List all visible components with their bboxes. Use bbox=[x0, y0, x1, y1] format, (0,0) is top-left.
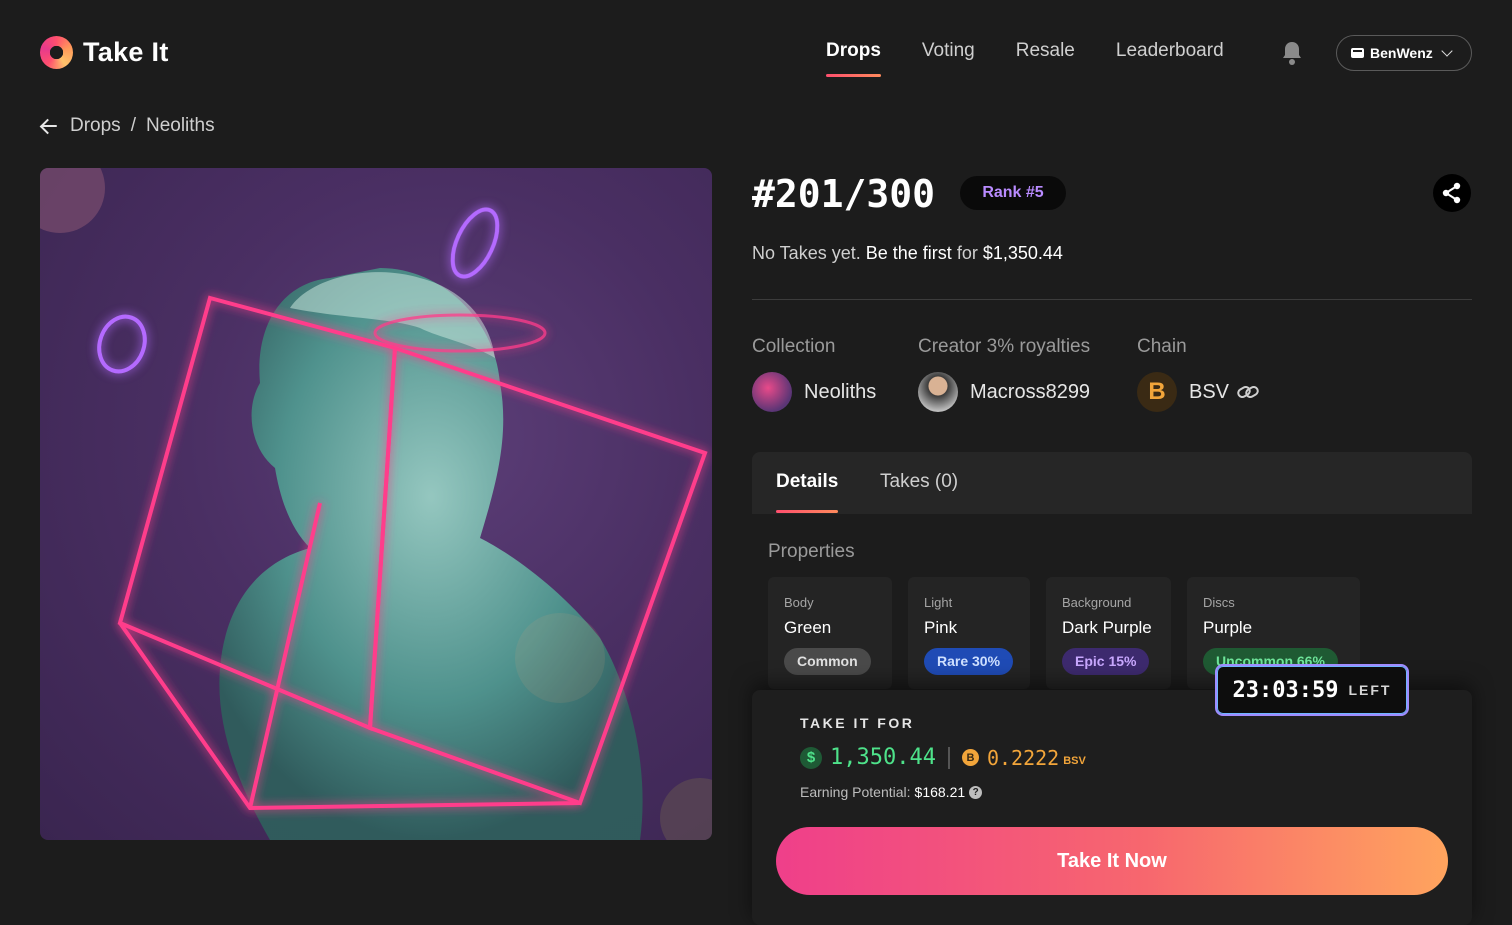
share-button[interactable] bbox=[1433, 174, 1471, 212]
tab-takes[interactable]: Takes (0) bbox=[880, 471, 958, 493]
properties-heading: Properties bbox=[768, 541, 855, 562]
creator-avatar bbox=[918, 372, 958, 412]
property-type: Body bbox=[784, 595, 814, 610]
main-nav: Drops Voting Resale Leaderboard bbox=[826, 40, 1224, 77]
nav-leaderboard[interactable]: Leaderboard bbox=[1116, 40, 1224, 62]
property-value: Dark Purple bbox=[1062, 618, 1152, 637]
help-icon[interactable]: ? bbox=[969, 785, 983, 799]
collection-avatar bbox=[752, 372, 792, 412]
wallet-icon bbox=[1351, 48, 1364, 58]
bsv-unit: BSV bbox=[1063, 754, 1086, 767]
price-row: $ 1,350.44 B 0.2222 BSV bbox=[800, 745, 1086, 770]
collection-link[interactable]: Neoliths bbox=[752, 372, 876, 412]
no-takes-for: for bbox=[956, 243, 978, 263]
property-card-background: Background Dark Purple Epic 15% bbox=[1046, 577, 1171, 689]
detail-tabs: Details Takes (0) bbox=[752, 452, 1472, 514]
rank-badge: Rank #5 bbox=[960, 176, 1066, 210]
price-usd: 1,350.44 bbox=[830, 745, 936, 770]
user-menu-button[interactable]: BenWenz bbox=[1336, 35, 1472, 71]
item-title: #201/300 bbox=[752, 172, 936, 216]
creator-label: Creator 3% royalties bbox=[918, 336, 1091, 357]
timer-suffix: LEFT bbox=[1348, 682, 1392, 698]
property-value: Pink bbox=[924, 618, 958, 637]
dollar-icon: $ bbox=[800, 746, 822, 769]
price-separator bbox=[947, 746, 950, 769]
creator-link[interactable]: Macross8299 bbox=[918, 372, 1090, 412]
creator-name: Macross8299 bbox=[970, 380, 1091, 403]
take-it-for-label: TAKE IT FOR bbox=[800, 715, 915, 731]
collection-name: Neoliths bbox=[804, 380, 877, 403]
breadcrumb-current: Neoliths bbox=[145, 115, 215, 136]
property-type: Background bbox=[1062, 595, 1132, 610]
top-header: Take It Drops Voting Resale Leaderboard … bbox=[0, 0, 1512, 100]
bitcoin-icon: B bbox=[961, 749, 979, 766]
tab-details[interactable]: Details bbox=[776, 471, 839, 513]
chain-link[interactable]: B BSV bbox=[1137, 372, 1259, 412]
back-arrow-icon[interactable] bbox=[40, 117, 58, 135]
earning-value: $168.21 bbox=[914, 784, 966, 800]
be-first-text: Be the first bbox=[865, 243, 952, 263]
user-name: BenWenz bbox=[1370, 45, 1433, 61]
collection-label: Collection bbox=[752, 336, 836, 357]
property-type: Light bbox=[924, 595, 953, 610]
take-it-now-button[interactable]: Take It Now bbox=[776, 827, 1448, 895]
bitcoin-sv-icon: B bbox=[1137, 372, 1177, 412]
property-card-body: Body Green Common bbox=[768, 577, 892, 689]
timer-value: 23:03:59 bbox=[1232, 677, 1339, 703]
earning-label: Earning Potential: bbox=[800, 784, 911, 800]
notifications-bell-icon[interactable] bbox=[1280, 40, 1304, 66]
property-value: Green bbox=[784, 618, 832, 637]
brand-name: Take It bbox=[83, 37, 169, 67]
price-bsv: 0.2222 bbox=[986, 745, 1060, 770]
nav-resale[interactable]: Resale bbox=[1016, 40, 1075, 62]
chevron-down-icon bbox=[1441, 45, 1453, 57]
no-takes-price: $1,350.44 bbox=[982, 243, 1063, 263]
countdown-timer: 23:03:59 LEFT bbox=[1215, 664, 1409, 716]
property-card-light: Light Pink Rare 30% bbox=[908, 577, 1030, 689]
nav-voting[interactable]: Voting bbox=[922, 40, 975, 62]
breadcrumb-separator: / bbox=[130, 115, 136, 136]
link-icon[interactable] bbox=[1237, 385, 1259, 399]
breadcrumb-parent[interactable]: Drops bbox=[70, 115, 121, 137]
nft-artwork bbox=[40, 168, 712, 840]
artwork-illustration bbox=[40, 168, 712, 840]
share-icon bbox=[1442, 182, 1461, 204]
breadcrumb: Drops / Neoliths bbox=[40, 115, 215, 137]
logo-icon bbox=[40, 36, 73, 69]
property-type: Discs bbox=[1203, 595, 1235, 610]
no-takes-prefix: No Takes yet. bbox=[752, 243, 861, 263]
property-value: Purple bbox=[1203, 618, 1253, 637]
chain-name: BSV bbox=[1189, 380, 1230, 403]
earning-potential: Earning Potential: $168.21 ? bbox=[800, 784, 983, 800]
rarity-badge: Epic 15% bbox=[1062, 648, 1150, 675]
nav-drops[interactable]: Drops bbox=[826, 40, 881, 77]
rarity-badge: Common bbox=[784, 648, 871, 675]
brand-logo[interactable]: Take It bbox=[40, 36, 169, 69]
chain-label: Chain bbox=[1137, 336, 1187, 357]
section-divider bbox=[752, 299, 1472, 300]
no-takes-message: No Takes yet. Be the first for $1,350.44 bbox=[752, 243, 1063, 264]
rarity-badge: Rare 30% bbox=[924, 648, 1014, 675]
